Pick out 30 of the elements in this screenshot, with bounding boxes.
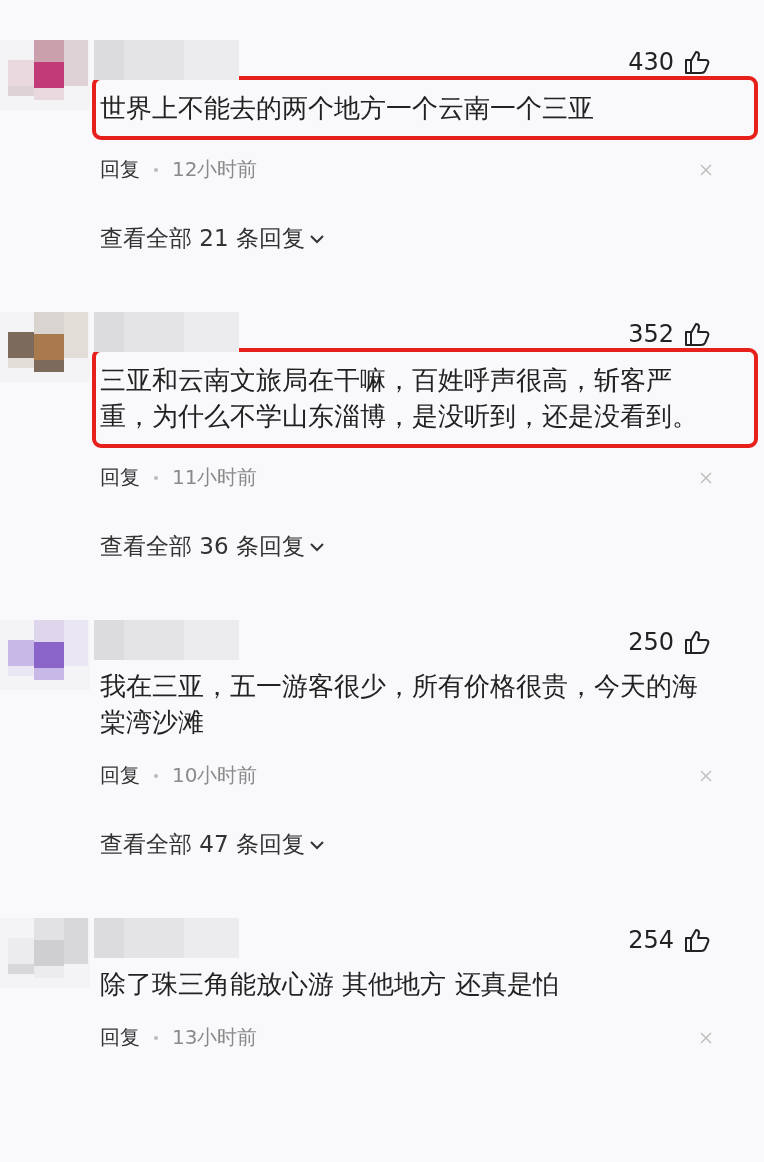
like-count: 250 [628, 628, 674, 656]
chevron-down-icon [308, 839, 325, 850]
view-replies-link[interactable]: 查看全部 47 条回复 [100, 829, 325, 860]
separator-dot-icon [154, 167, 158, 172]
separator-dot-icon [154, 773, 158, 778]
like-count: 352 [628, 320, 674, 348]
comment-text: 世界上不能去的两个地方一个云南一个三亚 [92, 76, 758, 140]
reply-link[interactable]: 回复 [100, 1024, 140, 1051]
comment-text: 除了珠三角能放心游 其他地方 还真是怕 [100, 968, 560, 1001]
view-replies-link[interactable]: 查看全部 36 条回复 [100, 531, 325, 562]
comment-text: 三亚和云南文旅局在干嘛，百姓呼声很高，斩客严重，为什么不学山东淄博，是没听到，还是没看到。 [92, 348, 758, 448]
chevron-down-icon [308, 233, 325, 244]
thumbs-up-icon[interactable] [684, 49, 710, 75]
reply-link[interactable]: 回复 [100, 156, 140, 183]
thumbs-up-icon[interactable] [684, 321, 710, 347]
like-count: 430 [628, 48, 674, 76]
comment-time: 13小时前 [172, 1024, 258, 1051]
comment-time: 11小时前 [172, 464, 258, 491]
reply-link[interactable]: 回复 [100, 464, 140, 491]
comment-text: 我在三亚，五一游客很少，所有价格很贵，今天的海棠湾沙滩 [100, 670, 699, 739]
separator-dot-icon [154, 475, 158, 480]
like-count: 254 [628, 926, 674, 954]
reply-link[interactable]: 回复 [100, 762, 140, 789]
view-replies-link[interactable]: 查看全部 21 条回复 [100, 223, 325, 254]
thumbs-up-icon[interactable] [684, 927, 710, 953]
comment-time: 12小时前 [172, 156, 258, 183]
comment-time: 10小时前 [172, 762, 258, 789]
chevron-down-icon [308, 541, 325, 552]
thumbs-up-icon[interactable] [684, 629, 710, 655]
separator-dot-icon [154, 1035, 158, 1040]
